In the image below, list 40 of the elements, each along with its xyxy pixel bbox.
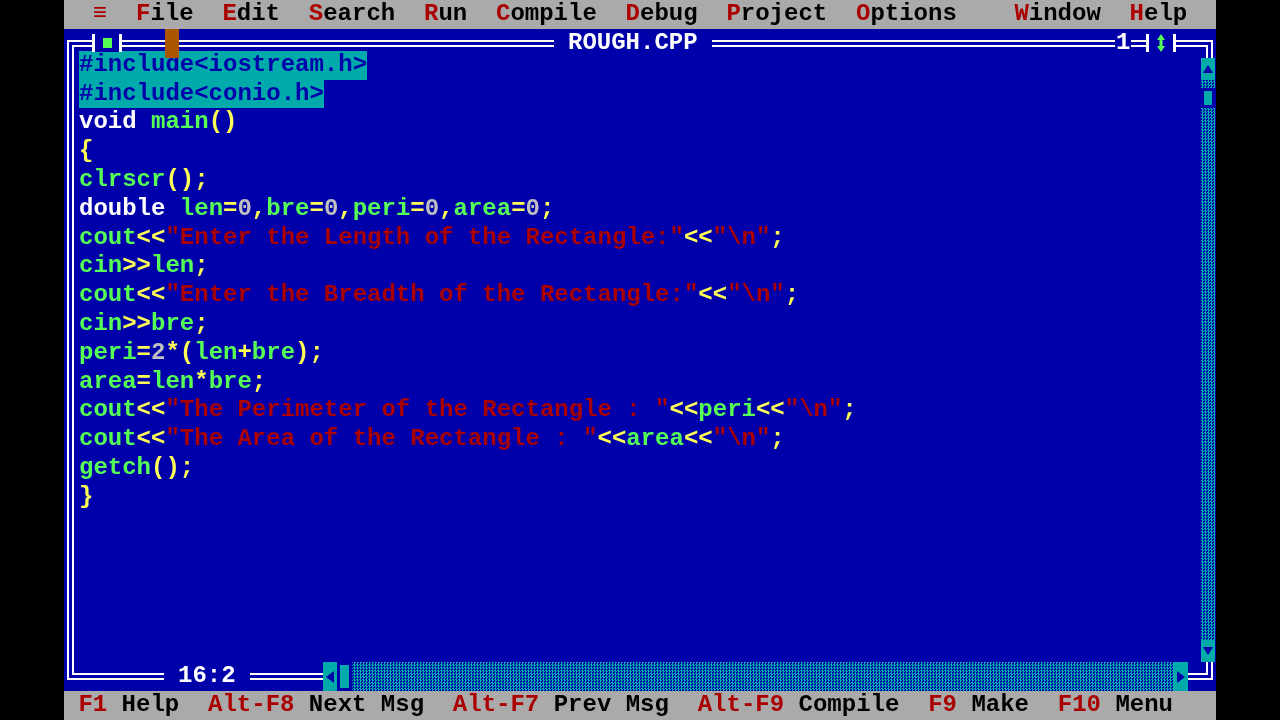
menu-item[interactable]: Run [409,0,482,29]
code-line: double len=0,bre=0,peri=0,area=0; [79,194,555,224]
scroll-up-icon[interactable] [1201,57,1216,80]
shortcut-label: Prev Msg [553,691,669,719]
shortcut-label: Menu [1115,691,1173,719]
code-line: cout<<"Enter the Length of the Rectangle:"<<"\n"; [79,223,785,253]
shortcut-label: Next Msg [308,691,425,719]
menu-item[interactable]: File [121,0,208,29]
menu-item[interactable]: Debug [611,0,712,29]
code-line: cout<<"Enter the Breadth of the Rectangle:"<<"\n"; [79,281,800,310]
code-line: cout<<"The Perimeter of the Rectangle : "<<peri<<"\n"; [79,396,857,426]
code-line: cout<<"The Area of the Rectangle : "<<area<<"\n"; [79,425,785,454]
code-line: } [79,482,94,512]
code-line: peri=2*(len+bre); [79,338,324,368]
scroll-down-icon[interactable] [1201,640,1216,663]
close-button[interactable] [92,33,122,52]
scroll-right-icon[interactable] [1173,662,1188,692]
shortcut-label: Compile [798,691,900,719]
code-line: cin>>bre; [79,309,209,339]
code-line: clrscr(); [79,166,209,195]
scroll-thumb[interactable] [337,662,352,692]
code-line: getch(); [79,453,195,483]
shortcut-label: Make [971,691,1029,719]
menu-item[interactable]: Project [712,0,842,29]
code-line: { [79,137,94,166]
menu-item[interactable]: Options [841,0,972,29]
menu-item[interactable]: Window [1000,0,1116,29]
scroll-thumb[interactable] [1201,87,1216,108]
scroll-left-icon[interactable] [323,662,338,692]
code-line: void main() [79,108,238,138]
code-line: area=len*bre; [79,367,267,397]
menu-item[interactable]: Help [1115,0,1202,29]
up-down-arrow-icon [1156,32,1166,53]
code-line: cin>>len; [79,252,209,282]
horizontal-scrollbar[interactable] [323,662,1188,692]
menu-item[interactable]: Compile [481,0,612,29]
menu-item[interactable]: Search [294,0,410,29]
shortcut-label: Help [121,691,180,719]
vertical-scrollbar[interactable] [1201,57,1216,663]
menu-item[interactable]: Edit [208,0,295,29]
